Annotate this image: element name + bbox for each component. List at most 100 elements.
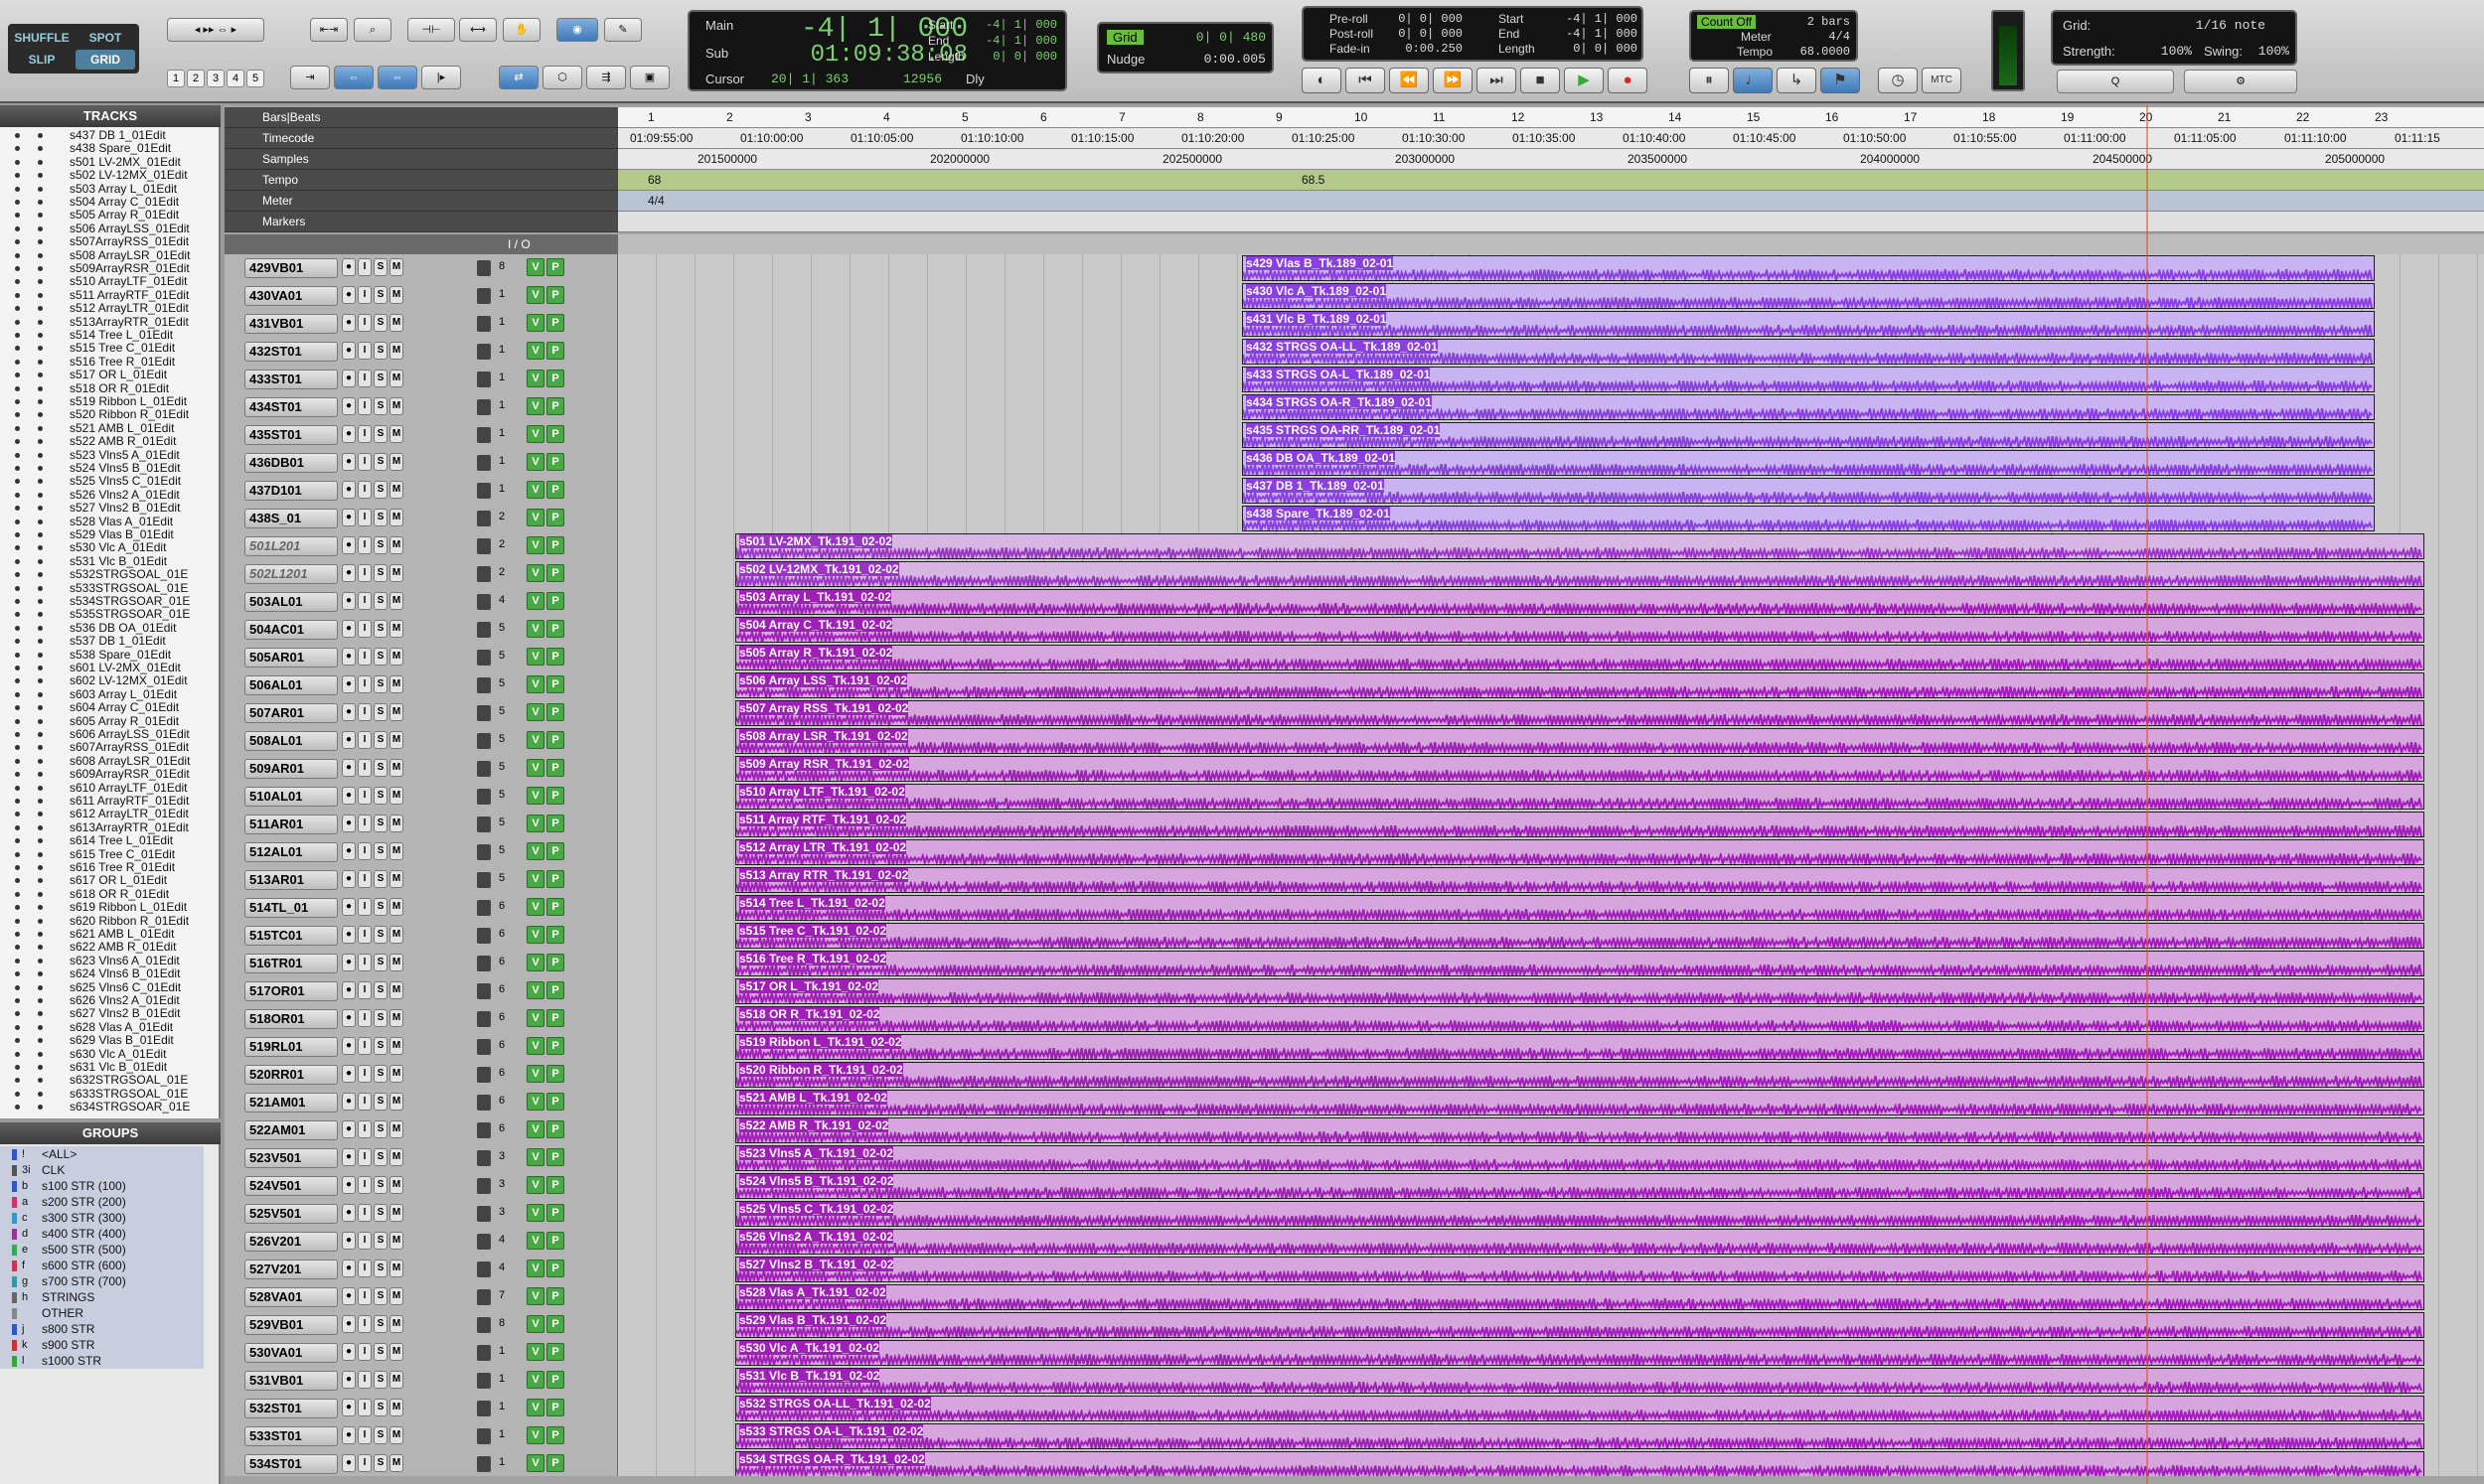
track-list-item[interactable]: s617 OR L_01Edit bbox=[0, 874, 219, 887]
timecode-tick[interactable]: 01:10:20:00 bbox=[1181, 131, 1244, 145]
track-active-dot[interactable] bbox=[38, 173, 43, 179]
track-lane[interactable]: s513 Array RTR_Tk.191_02-02 bbox=[618, 866, 2484, 894]
ruler-label-bars[interactable]: Bars|Beats bbox=[225, 107, 622, 128]
track-show-dot[interactable] bbox=[15, 1105, 20, 1111]
track-list-item[interactable]: s632STRGSOAL_01E bbox=[0, 1074, 219, 1087]
track-show-dot[interactable] bbox=[15, 1038, 20, 1044]
record-enable-button[interactable]: ● bbox=[342, 926, 356, 944]
track-active-dot[interactable] bbox=[38, 1011, 43, 1017]
track-row[interactable]: 436DB01 ● I S M 1 V Ps436 DB OA_Tk.189_02-01 bbox=[225, 449, 2484, 477]
track-row[interactable]: 522AM01 ● I S M 6 V Ps522 AMB R_Tk.191_02-02 bbox=[225, 1116, 2484, 1144]
track-list-item[interactable]: s631 Vlc B_01Edit bbox=[0, 1061, 219, 1074]
track-name[interactable]: 514TL_01 bbox=[244, 898, 338, 918]
track-row[interactable]: 525V501 ● I S M 3 V Ps525 Vlns5 C_Tk.191_02-02 bbox=[225, 1200, 2484, 1228]
mute-button[interactable]: M bbox=[389, 1037, 403, 1055]
track-list-item[interactable]: s531 Vlc B_01Edit bbox=[0, 555, 219, 568]
audio-clip[interactable]: s524 Vlns5 B_Tk.191_02-02 bbox=[735, 1173, 2424, 1199]
mute-button[interactable]: M bbox=[389, 342, 403, 360]
track-row[interactable]: 431VB01 ● I S M 1 V Ps431 Vlc B_Tk.189_02-01 bbox=[225, 310, 2484, 338]
input-monitor-button[interactable]: I bbox=[358, 675, 372, 693]
track-lane[interactable]: s429 Vlas B_Tk.189_02-01 bbox=[618, 254, 2484, 282]
track-list-item[interactable]: s623 Vlns6 A_01Edit bbox=[0, 955, 219, 967]
track-active-dot[interactable] bbox=[38, 200, 43, 205]
track-row[interactable]: 509AR01 ● I S M 5 V Ps509 Array RSR_Tk.191_02-0… bbox=[225, 755, 2484, 783]
playlist-button[interactable]: P bbox=[546, 842, 564, 860]
voice-button[interactable]: V bbox=[527, 1148, 544, 1166]
playlist-button[interactable]: P bbox=[546, 1009, 564, 1027]
track-name[interactable]: 523V501 bbox=[244, 1148, 338, 1168]
track-name[interactable]: 531VB01 bbox=[244, 1371, 338, 1391]
track-list-item[interactable]: s622 AMB R_01Edit bbox=[0, 941, 219, 954]
track-row[interactable]: 515TC01 ● I S M 6 V Ps515 Tree C_Tk.191_02-02 bbox=[225, 922, 2484, 950]
ruler-label-tempo[interactable]: Tempo bbox=[225, 170, 622, 191]
voice-button[interactable]: V bbox=[527, 898, 544, 916]
track-lane[interactable]: s512 Array LTR_Tk.191_02-02 bbox=[618, 838, 2484, 866]
audio-clip[interactable]: s430 Vlc A_Tk.189_02-01 bbox=[1242, 283, 2375, 309]
track-row[interactable]: 528VA01 ● I S M 7 V Ps528 Vlas A_Tk.191_02-02 bbox=[225, 1283, 2484, 1311]
audio-clip[interactable]: s529 Vlas B_Tk.191_02-02 bbox=[735, 1312, 2424, 1338]
voice-button[interactable]: V bbox=[527, 787, 544, 805]
voice-button[interactable]: V bbox=[527, 842, 544, 860]
mute-button[interactable]: M bbox=[389, 397, 403, 415]
solo-button[interactable]: S bbox=[374, 1009, 388, 1027]
audio-clip[interactable]: s504 Array C_Tk.191_02-02 bbox=[735, 617, 2424, 643]
zoom-buttons[interactable]: ◂ ▸▸ ⇔ ▸ bbox=[167, 18, 264, 42]
track-list-item[interactable]: s526 Vlns2 A_01Edit bbox=[0, 489, 219, 502]
voice-button[interactable]: V bbox=[527, 1120, 544, 1138]
track-lane[interactable]: s516 Tree R_Tk.191_02-02 bbox=[618, 950, 2484, 977]
track-list-item[interactable]: s520 Ribbon R_01Edit bbox=[0, 408, 219, 421]
track-list-item[interactable]: s533STRGSOAL_01E bbox=[0, 582, 219, 595]
timecode-tick[interactable]: 01:10:55:00 bbox=[1953, 131, 2016, 145]
bar-tick[interactable]: 1 bbox=[648, 110, 655, 124]
postroll-label[interactable]: Post-roll bbox=[1329, 27, 1373, 41]
track-show-dot[interactable] bbox=[15, 306, 20, 312]
solo-button[interactable]: S bbox=[374, 564, 388, 582]
track-show-dot[interactable] bbox=[15, 146, 20, 152]
track-row[interactable]: 533ST01 ● I S M 1 V Ps533 STRGS OA-L_Tk.191_02-… bbox=[225, 1422, 2484, 1450]
track-list-item[interactable]: s620 Ribbon R_01Edit bbox=[0, 915, 219, 928]
track-active-dot[interactable] bbox=[38, 359, 43, 365]
track-show-dot[interactable] bbox=[15, 412, 20, 418]
mute-button[interactable]: M bbox=[389, 1315, 403, 1333]
track-list-item[interactable]: s512 ArrayLTR_01Edit bbox=[0, 302, 219, 315]
track-list-item[interactable]: s507ArrayRSS_01Edit bbox=[0, 235, 219, 248]
mute-button[interactable]: M bbox=[389, 675, 403, 693]
track-show-dot[interactable] bbox=[15, 772, 20, 778]
solo-button[interactable]: S bbox=[374, 1343, 388, 1361]
track-row[interactable]: 507AR01 ● I S M 5 V Ps507 Array RSS_Tk.191_02-0… bbox=[225, 699, 2484, 727]
track-show-dot[interactable] bbox=[15, 545, 20, 551]
track-list-item[interactable]: s626 Vlns2 A_01Edit bbox=[0, 994, 219, 1007]
input-monitor-button[interactable]: I bbox=[358, 787, 372, 805]
audio-clip[interactable]: s513 Array RTR_Tk.191_02-02 bbox=[735, 867, 2424, 893]
voice-button[interactable]: V bbox=[527, 1287, 544, 1305]
track-show-dot[interactable] bbox=[15, 439, 20, 445]
track-row[interactable]: 434ST01 ● I S M 1 V Ps434 STRGS OA-R_Tk.189_02-… bbox=[225, 393, 2484, 421]
track-active-dot[interactable] bbox=[38, 1038, 43, 1044]
track-list-item[interactable]: s605 Array R_01Edit bbox=[0, 715, 219, 728]
mute-button[interactable]: M bbox=[389, 703, 403, 721]
track-list-item[interactable]: s530 Vlc A_01Edit bbox=[0, 541, 219, 554]
track-name[interactable]: 519RL01 bbox=[244, 1037, 338, 1057]
group-item[interactable]: ! <ALL> bbox=[0, 1146, 204, 1162]
postroll-value[interactable]: 0| 0| 000 bbox=[1393, 27, 1463, 41]
track-list-item[interactable]: s503 Array L_01Edit bbox=[0, 183, 219, 196]
track-row[interactable]: 512AL01 ● I S M 5 V Ps512 Array LTR_Tk.191_02-0… bbox=[225, 838, 2484, 866]
timecode-tick[interactable]: 01:10:45:00 bbox=[1733, 131, 1795, 145]
track-show-dot[interactable] bbox=[15, 905, 20, 911]
record-enable-button[interactable]: ● bbox=[342, 342, 356, 360]
bar-tick[interactable]: 10 bbox=[1354, 110, 1367, 124]
track-active-dot[interactable] bbox=[38, 466, 43, 471]
track-row[interactable]: 531VB01 ● I S M 1 V Ps531 Vlc B_Tk.191_02-02 bbox=[225, 1367, 2484, 1395]
solo-button[interactable]: S bbox=[374, 453, 388, 471]
solo-button[interactable]: S bbox=[374, 870, 388, 888]
track-list-item[interactable]: s537 DB 1_01Edit bbox=[0, 635, 219, 648]
voice-button[interactable]: V bbox=[527, 453, 544, 471]
solo-button[interactable]: S bbox=[374, 397, 388, 415]
audio-clip[interactable]: s532 STRGS OA-LL_Tk.191_02-02 bbox=[735, 1396, 2424, 1421]
track-list-item[interactable]: s608 ArrayLSR_01Edit bbox=[0, 755, 219, 768]
track-show-dot[interactable] bbox=[15, 159, 20, 165]
track-active-dot[interactable] bbox=[38, 945, 43, 951]
track-list-item[interactable]: s607ArrayRSS_01Edit bbox=[0, 741, 219, 754]
settings-gear-icon[interactable]: ⚙ bbox=[2184, 70, 2297, 93]
track-name[interactable]: 511AR01 bbox=[244, 815, 338, 834]
